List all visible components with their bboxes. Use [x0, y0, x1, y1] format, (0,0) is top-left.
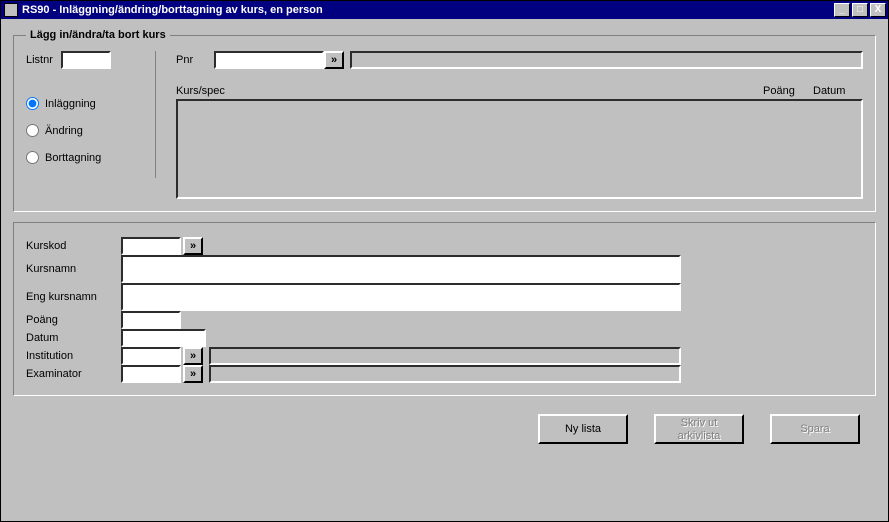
datum-input[interactable]	[121, 329, 206, 347]
col-datum: Datum	[813, 85, 863, 97]
course-listbox[interactable]	[176, 99, 863, 199]
examinator-display	[209, 365, 681, 383]
radio-borttagning-input[interactable]	[26, 151, 39, 164]
edit-course-group: Lägg in/ändra/ta bort kurs Listnr Inlägg…	[13, 29, 876, 212]
examinator-label: Examinator	[26, 366, 121, 382]
poang-input[interactable]	[121, 311, 181, 329]
radio-andring-input[interactable]	[26, 124, 39, 137]
ny-lista-button[interactable]: Ny lista	[538, 414, 628, 444]
window-title: RS90 - Inläggning/ändring/borttagning av…	[22, 4, 832, 16]
radio-inlaggning-input[interactable]	[26, 97, 39, 110]
kurskod-lookup-button[interactable]: »	[183, 237, 203, 255]
kursnamn-label: Kursnamn	[26, 261, 121, 277]
pnr-label: Pnr	[176, 54, 206, 66]
listnr-label: Listnr	[26, 54, 53, 66]
col-poang: Poäng	[763, 85, 813, 97]
kursnamn-display	[121, 255, 681, 283]
app-window: RS90 - Inläggning/ändring/borttagning av…	[0, 0, 889, 522]
institution-input[interactable]	[121, 347, 181, 365]
kurskod-label: Kurskod	[26, 238, 121, 254]
maximize-button[interactable]: □	[852, 3, 868, 17]
radio-inlaggning[interactable]: Inläggning	[26, 97, 145, 110]
eng-kursnamn-label: Eng kursnamn	[26, 289, 121, 305]
eng-kursnamn-display	[121, 283, 681, 311]
col-kursspec: Kurs/spec	[176, 85, 763, 97]
minimize-button[interactable]: _	[834, 3, 850, 17]
pnr-input[interactable]	[214, 51, 324, 69]
group-legend: Lägg in/ändra/ta bort kurs	[26, 29, 170, 41]
listnr-input[interactable]	[61, 51, 111, 69]
window-content: Lägg in/ändra/ta bort kurs Listnr Inlägg…	[1, 19, 888, 521]
spara-button[interactable]: Spara	[770, 414, 860, 444]
list-header: Kurs/spec Poäng Datum	[176, 85, 863, 97]
course-details-group: Kurskod » Kursnamn Eng kursnamn Poäng	[13, 222, 876, 396]
pnr-display	[350, 51, 863, 69]
radio-borttagning[interactable]: Borttagning	[26, 151, 145, 164]
app-icon	[4, 3, 18, 17]
close-button[interactable]: X	[870, 3, 886, 17]
examinator-lookup-button[interactable]: »	[183, 365, 203, 383]
kurskod-input[interactable]	[121, 237, 181, 255]
mode-radio-group: Inläggning Ändring Borttagning	[26, 97, 145, 164]
institution-label: Institution	[26, 348, 121, 364]
titlebar: RS90 - Inläggning/ändring/borttagning av…	[1, 1, 888, 19]
pnr-lookup-button[interactable]: »	[324, 51, 344, 69]
examinator-input[interactable]	[121, 365, 181, 383]
institution-lookup-button[interactable]: »	[183, 347, 203, 365]
footer-buttons: Ny lista Skriv ut arkivlista Spara	[13, 406, 876, 444]
poang-label: Poäng	[26, 312, 121, 328]
skriv-ut-button[interactable]: Skriv ut arkivlista	[654, 414, 744, 444]
institution-display	[209, 347, 681, 365]
radio-andring[interactable]: Ändring	[26, 124, 145, 137]
datum-label: Datum	[26, 330, 121, 346]
